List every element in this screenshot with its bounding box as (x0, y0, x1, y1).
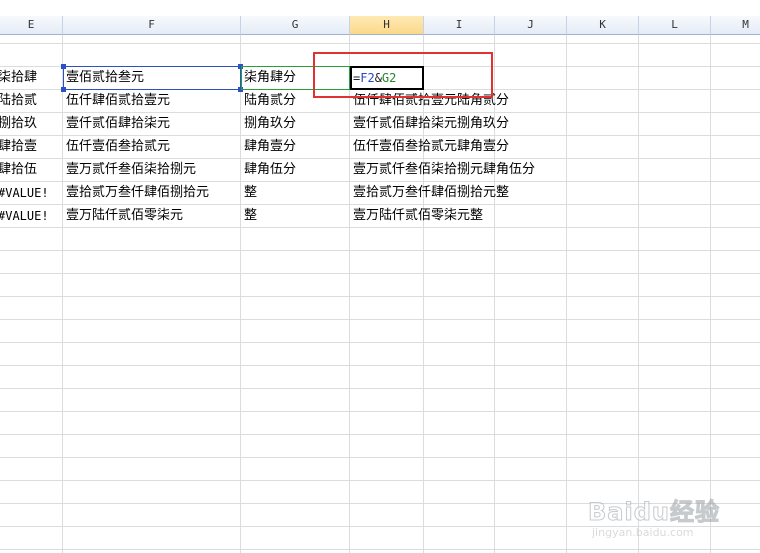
baidu-watermark: Baidu经验 jingyan.baidu.com (588, 492, 758, 550)
column-header-f[interactable]: F (63, 16, 241, 35)
range-highlight-f2 (61, 64, 243, 92)
grid-row-line (0, 250, 760, 251)
cell-g[interactable]: 陆角贰分 (244, 90, 296, 112)
column-header-h[interactable]: H (350, 16, 424, 35)
cell-f[interactable]: 壹万贰仟叁佰柒拾捌元 (66, 159, 196, 181)
cell-h[interactable]: 壹万陆仟贰佰零柒元整 (353, 205, 483, 227)
column-header-j[interactable]: J (495, 16, 567, 35)
grid-row-line (0, 365, 760, 366)
cell-e[interactable]: 柒拾肆 (0, 67, 37, 89)
cell-h[interactable]: 伍仟壹佰叁拾贰元肆角壹分 (353, 136, 509, 158)
grid-row-line (0, 434, 760, 435)
range-handle[interactable] (61, 87, 66, 92)
cell-g[interactable]: 肆角壹分 (244, 136, 296, 158)
grid-row-line (0, 411, 760, 412)
grid-row-line (0, 296, 760, 297)
cell-h[interactable]: 壹仟贰佰肆拾柒元捌角玖分 (353, 113, 509, 135)
watermark-logo-text: Baidu经验 (588, 498, 720, 527)
grid-row-line (0, 342, 760, 343)
grid-row-line (0, 388, 760, 389)
column-header-e[interactable]: E (0, 16, 63, 35)
cell-e[interactable]: 肆拾壹 (0, 136, 37, 158)
grid-row-line (0, 319, 760, 320)
grid-row-line (0, 273, 760, 274)
cell-e[interactable]: 捌拾玖 (0, 113, 37, 135)
cell-e[interactable]: #VALUE! (0, 205, 49, 227)
annotation-highlight-box (313, 52, 493, 98)
range-handle[interactable] (61, 64, 66, 69)
spreadsheet: E F G H I J K L M 柒拾肆 壹佰贰拾叁元 柒角肆分 陆拾贰 伍仟肆佰贰拾… (0, 0, 760, 553)
cell-h[interactable]: 壹万贰仟叁佰柒拾捌元肆角伍分 (353, 159, 535, 181)
cell-e[interactable]: #VALUE! (0, 182, 49, 204)
cell-h[interactable]: 壹拾贰万叁仟肆佰捌拾元整 (353, 182, 509, 204)
cell-f[interactable]: 伍仟壹佰叁拾贰元 (66, 136, 170, 158)
column-header-l[interactable]: L (639, 16, 711, 35)
cell-e[interactable]: 陆拾贰 (0, 90, 37, 112)
grid-row-line (0, 43, 760, 44)
cell-g[interactable]: 捌角玖分 (244, 113, 296, 135)
column-header-g[interactable]: G (241, 16, 350, 35)
grid-row-line (0, 227, 760, 228)
grid-row-line (0, 480, 760, 481)
cell-f[interactable]: 壹万陆仟贰佰零柒元 (66, 205, 183, 227)
top-border (0, 0, 760, 16)
cell-g[interactable]: 整 (244, 205, 257, 227)
cell-f[interactable]: 伍仟肆佰贰拾壹元 (66, 90, 170, 112)
watermark-url: jingyan.baidu.com (592, 526, 694, 539)
cell-g[interactable]: 整 (244, 182, 257, 204)
cell-e[interactable]: 肆拾伍 (0, 159, 37, 181)
column-header-i[interactable]: I (424, 16, 495, 35)
column-header-k[interactable]: K (567, 16, 639, 35)
grid-row-line (0, 457, 760, 458)
cell-f[interactable]: 壹拾贰万叁仟肆佰捌拾元 (66, 182, 209, 204)
cell-f[interactable]: 壹仟贰佰肆拾柒元 (66, 113, 170, 135)
cell-g[interactable]: 肆角伍分 (244, 159, 296, 181)
column-header-m[interactable]: M (711, 16, 760, 35)
